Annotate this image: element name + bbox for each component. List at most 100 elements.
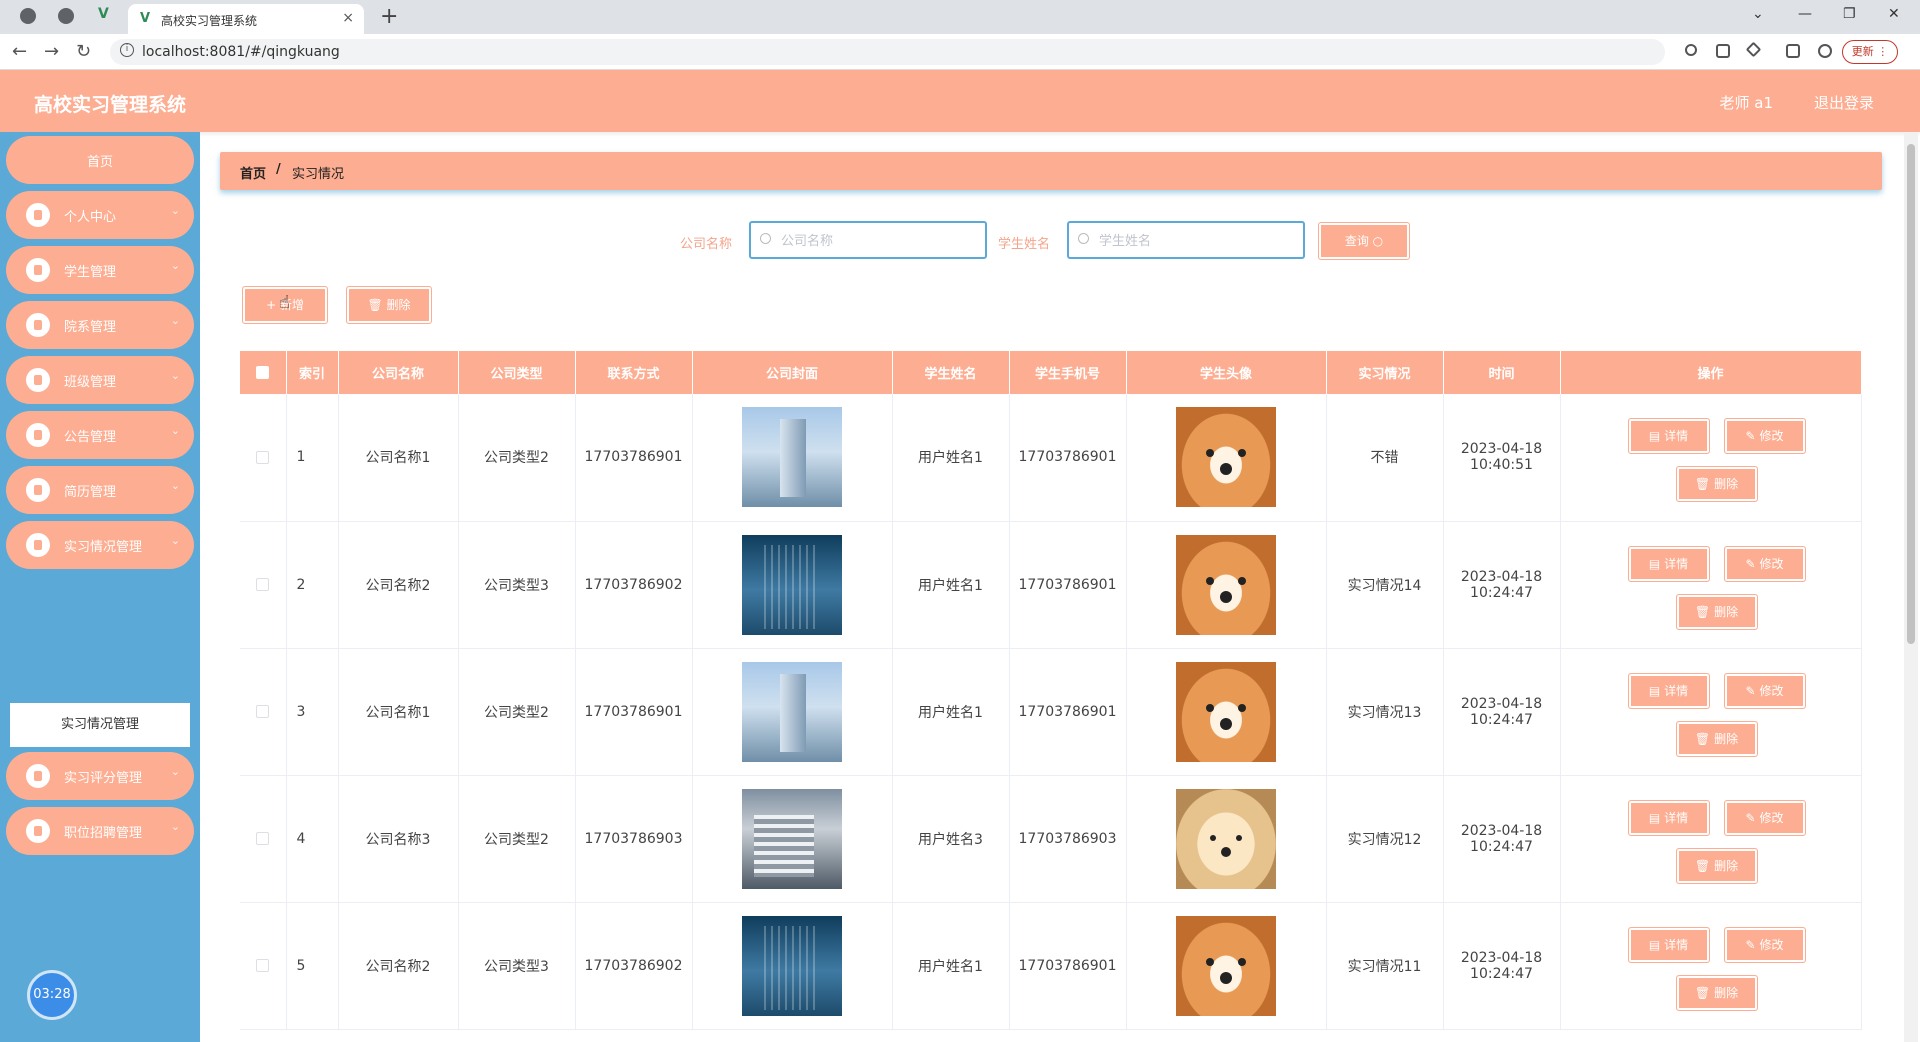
forward-button[interactable]: →: [44, 41, 59, 62]
sidebar-item-classes[interactable]: 班级管理 ⌄: [6, 356, 194, 404]
key-icon[interactable]: [1685, 44, 1697, 56]
company-name-input[interactable]: [781, 231, 976, 251]
detail-button[interactable]: ▤ 详情: [1627, 418, 1710, 455]
clock-badge[interactable]: 03:28: [27, 970, 77, 1020]
edit-button[interactable]: ✎ 修改: [1723, 799, 1806, 836]
edit-button[interactable]: ✎ 修改: [1723, 545, 1806, 582]
detail-label: 详情: [1664, 429, 1689, 444]
cover-cell: [692, 521, 893, 649]
back-button[interactable]: ←: [12, 41, 27, 62]
side-panel-icon[interactable]: [1786, 44, 1800, 58]
company-cover-image[interactable]: [742, 915, 842, 1016]
row-checkbox[interactable]: [256, 959, 270, 972]
student-avatar-image[interactable]: [1176, 788, 1276, 889]
status-cell: 实习情况13: [1326, 648, 1444, 776]
column-header: 学生头像: [1126, 351, 1327, 394]
student-avatar-image[interactable]: [1176, 407, 1276, 508]
new-tab-button[interactable]: +: [380, 4, 398, 29]
ops-cell: ▤ 详情 ✎ 修改 🗑 删除: [1560, 775, 1862, 903]
index-cell: 4: [286, 775, 339, 903]
student-avatar-image[interactable]: [1176, 534, 1276, 635]
breadcrumb-home[interactable]: 首页: [240, 163, 266, 182]
profile-icon[interactable]: [1818, 44, 1832, 58]
company-name-field[interactable]: [749, 221, 987, 259]
student-cell: 用户姓名1: [892, 648, 1010, 776]
browser-tab[interactable]: V 高校实习管理系统 ×: [128, 4, 364, 34]
row-checkbox[interactable]: [256, 450, 270, 464]
ops-cell: ▤ 详情 ✎ 修改 🗑 删除: [1560, 648, 1862, 776]
student-avatar-image[interactable]: [1176, 661, 1276, 762]
star-icon[interactable]: [1745, 41, 1762, 58]
delete-button[interactable]: 🗑 删除: [1675, 974, 1758, 1011]
company-cover-image[interactable]: [742, 534, 842, 635]
logout-link[interactable]: 退出登录: [1814, 92, 1874, 113]
row-checkbox[interactable]: [256, 832, 270, 845]
select-all-checkbox[interactable]: [256, 366, 270, 379]
globe-icon[interactable]: [58, 8, 74, 24]
student-avatar-image[interactable]: [1176, 915, 1276, 1016]
delete-button[interactable]: 🗑 删除: [1675, 466, 1758, 503]
tab-search-icon[interactable]: ⌄: [1752, 6, 1764, 22]
delete-button[interactable]: 🗑 删除: [1675, 593, 1758, 630]
url-field[interactable]: i localhost:8081/#/qingkuang: [110, 39, 1665, 65]
update-button[interactable]: 更新 ⋮: [1842, 40, 1898, 64]
student-name-field[interactable]: [1067, 221, 1305, 259]
sidebar-item-internship-status[interactable]: 实习情况管理 ⌄: [6, 521, 194, 569]
company-cell: 公司名称3: [338, 775, 459, 903]
sidebar-item-resumes[interactable]: 简历管理 ⌄: [6, 466, 194, 514]
cover-cell: [692, 902, 893, 1030]
student-phone-cell: 17703786901: [1009, 394, 1127, 522]
sidebar-item-profile[interactable]: 个人中心 ⌄: [6, 191, 194, 239]
globe-icon[interactable]: [20, 8, 36, 24]
minimize-button[interactable]: —: [1798, 6, 1812, 22]
sidebar-item-departments[interactable]: 院系管理 ⌄: [6, 301, 194, 349]
phone-cell: 17703786902: [575, 902, 693, 1030]
detail-button[interactable]: ▤ 详情: [1627, 672, 1710, 709]
table-row: 3 公司名称1 公司类型2 17703786901 用户姓名1 17703786…: [240, 648, 1862, 776]
scrollbar-thumb[interactable]: [1907, 144, 1915, 644]
window-close-button[interactable]: ✕: [1888, 6, 1900, 22]
sidebar-item-home[interactable]: 首页: [6, 136, 194, 184]
share-icon[interactable]: [1716, 44, 1730, 58]
edit-button[interactable]: ✎ 修改: [1723, 926, 1806, 963]
edit-button[interactable]: ✎ 修改: [1723, 418, 1806, 455]
row-select-cell: [240, 394, 287, 522]
delete-label: 删除: [1714, 858, 1739, 873]
sidebar-item-label: 职位招聘管理: [64, 826, 143, 841]
detail-button[interactable]: ▤ 详情: [1627, 799, 1710, 836]
tab-close-button[interactable]: ×: [342, 10, 354, 26]
sidebar-subitem-internship-status[interactable]: 实习情况管理: [10, 703, 190, 747]
table-row: 4 公司名称3 公司类型2 17703786903 用户姓名3 17703786…: [240, 775, 1862, 903]
student-name-input[interactable]: [1099, 231, 1294, 251]
site-info-icon[interactable]: i: [120, 43, 134, 57]
column-header: 联系方式: [575, 351, 693, 394]
edit-button[interactable]: ✎ 修改: [1723, 672, 1806, 709]
sidebar-item-label: 院系管理: [64, 320, 117, 335]
company-cover-image[interactable]: [742, 788, 842, 889]
app-header: 高校实习管理系统 老师 a1 退出登录: [0, 70, 1920, 132]
pencil-icon: ✎: [1745, 429, 1756, 444]
sidebar-item-announcements[interactable]: 公告管理 ⌄: [6, 411, 194, 459]
delete-button[interactable]: 🗑 删除: [1675, 847, 1758, 884]
table-header-row: 索引 公司名称 公司类型 联系方式 公司封面 学生姓名 学生手机号 学生头像 实…: [240, 351, 1862, 394]
sidebar-item-job-postings[interactable]: 职位招聘管理 ⌄: [6, 807, 194, 855]
company-cover-image[interactable]: [742, 407, 842, 508]
trash-icon: 🗑: [1694, 731, 1711, 746]
reload-button[interactable]: ↻: [76, 41, 91, 62]
vue-icon[interactable]: V: [98, 6, 114, 22]
row-checkbox[interactable]: [256, 705, 270, 718]
row-checkbox[interactable]: [256, 578, 270, 591]
company-cover-image[interactable]: [742, 661, 842, 762]
page-scrollbar[interactable]: [1904, 132, 1918, 1042]
detail-button[interactable]: ▤ 详情: [1627, 545, 1710, 582]
sidebar-item-students[interactable]: 学生管理 ⌄: [6, 246, 194, 294]
detail-button[interactable]: ▤ 详情: [1627, 926, 1710, 963]
clipboard-icon: [26, 258, 50, 282]
delete-button[interactable]: 🗑 删除: [1675, 720, 1758, 757]
maximize-button[interactable]: ❐: [1843, 6, 1856, 22]
sidebar-item-internship-scores[interactable]: 实习评分管理 ⌄: [6, 752, 194, 800]
batch-delete-button[interactable]: 🗑 删除: [346, 286, 432, 324]
query-button[interactable]: 查询 ○: [1318, 222, 1410, 260]
phone-cell: 17703786903: [575, 775, 693, 903]
trash-icon: 🗑: [1694, 985, 1711, 1000]
